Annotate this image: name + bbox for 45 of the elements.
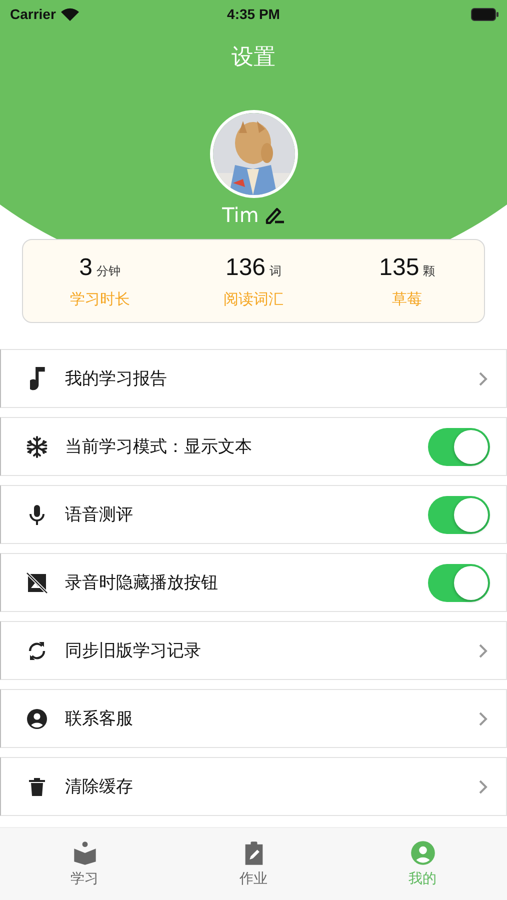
setting-row[interactable]: 我的学习报告 <box>0 349 507 408</box>
setting-label: 联系客服 <box>65 708 134 730</box>
setting-label: 清除缓存 <box>65 776 134 798</box>
setting-label: 同步旧版学习记录 <box>65 640 202 662</box>
setting-row[interactable]: 语音测评 <box>0 485 507 544</box>
setting-row[interactable]: 同步旧版学习记录 <box>0 621 507 680</box>
setting-row[interactable]: 当前学习模式：显示文本 <box>0 417 507 476</box>
tab[interactable]: 作业 <box>169 828 338 900</box>
stat-label: 阅读词汇 <box>223 290 284 308</box>
stat-unit: 分钟 <box>96 262 120 280</box>
user-circle-icon <box>25 706 49 730</box>
book-reader-icon <box>72 840 98 866</box>
toggle-switch[interactable] <box>428 496 490 534</box>
user-circle-icon <box>410 840 436 866</box>
chevron-icon <box>478 642 488 658</box>
clock-time: 4:35 PM <box>227 6 280 22</box>
edit-icon[interactable] <box>264 206 285 224</box>
snowflake-icon <box>25 434 49 458</box>
setting-label: 语音测评 <box>65 504 134 526</box>
stat-label: 草莓 <box>392 290 422 308</box>
tab[interactable]: 学习 <box>0 828 169 900</box>
setting-row[interactable]: 清除缓存 <box>0 757 507 816</box>
stat-value: 3 <box>79 254 92 282</box>
page-title: 设置 <box>232 44 276 72</box>
stat-label: 学习时长 <box>70 290 130 308</box>
wifi-icon <box>60 8 79 20</box>
chevron-icon <box>478 370 488 386</box>
stat-unit: 词 <box>270 262 282 280</box>
setting-label: 当前学习模式：显示文本 <box>65 436 253 458</box>
chevron-icon <box>478 710 488 726</box>
setting-label: 录音时隐藏播放按钮 <box>65 572 219 594</box>
chevron-icon <box>478 778 488 794</box>
crossed-image-icon <box>25 570 49 594</box>
setting-row[interactable]: 录音时隐藏播放按钮 <box>0 553 507 612</box>
setting-row[interactable]: 联系客服 <box>0 689 507 748</box>
setting-label: 我的学习报告 <box>65 368 168 390</box>
toggle-switch[interactable] <box>428 428 490 466</box>
toggle-switch[interactable] <box>428 564 490 602</box>
battery-icon <box>471 8 499 20</box>
stat-value: 136 <box>225 254 266 282</box>
stat-value: 135 <box>379 254 420 282</box>
music-note-icon <box>30 366 44 390</box>
username: Tim <box>222 203 259 227</box>
stat-unit: 颗 <box>423 262 436 280</box>
carrier-label: Carrier <box>10 6 56 22</box>
